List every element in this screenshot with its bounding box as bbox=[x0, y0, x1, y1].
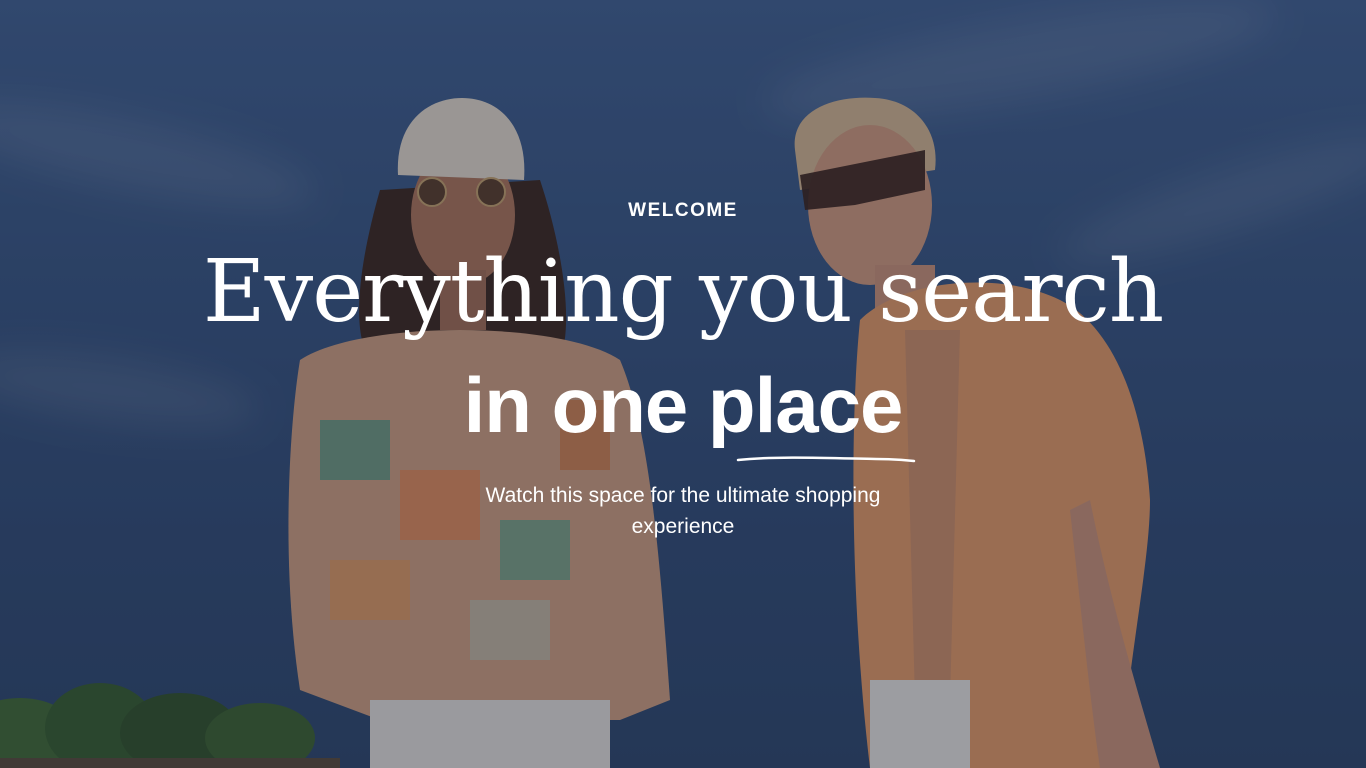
hero-section: WELCOME Everything you search in one pla… bbox=[0, 0, 1366, 768]
hero-content: WELCOME Everything you search in one pla… bbox=[0, 0, 1366, 768]
headline-line-1: Everything you search bbox=[202, 242, 1164, 342]
hero-subtitle: Watch this space for the ultimate shoppi… bbox=[485, 484, 881, 538]
headline-line-2: in one place bbox=[463, 361, 904, 449]
hand-drawn-underline-icon bbox=[736, 456, 916, 463]
welcome-eyebrow: WELCOME bbox=[628, 200, 738, 221]
